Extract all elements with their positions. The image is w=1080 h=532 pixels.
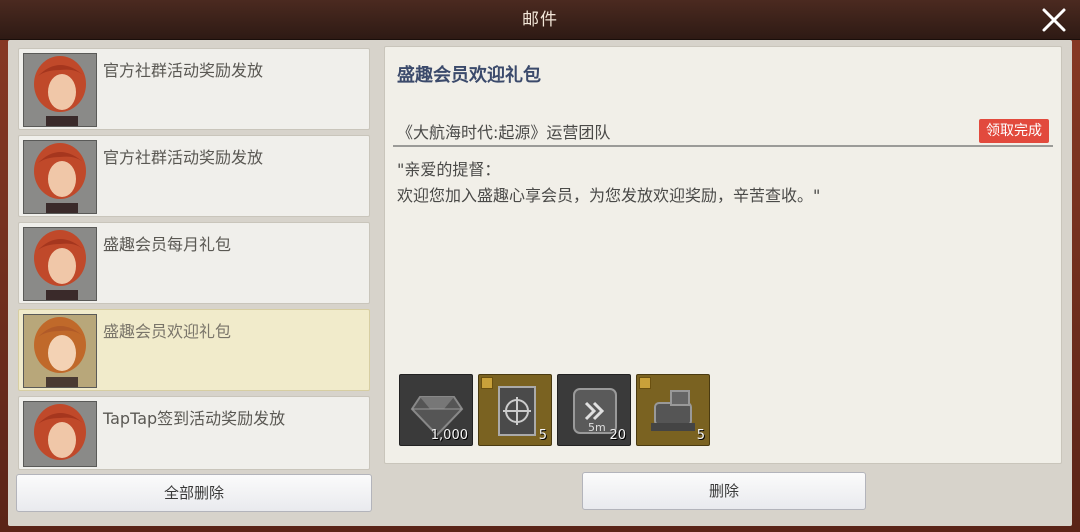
- portrait-icon: [24, 141, 96, 213]
- mail-body: "亲爱的提督： 欢迎您加入盛趣心享会员，为您发放欢迎奖励，辛苦查收。": [397, 160, 821, 205]
- reward-item[interactable]: 5: [478, 374, 552, 446]
- mail-list-item-selected[interactable]: 盛趣会员欢迎礼包: [18, 309, 370, 391]
- mail-list-item[interactable]: 官方社群活动奖励发放: [18, 48, 370, 130]
- reward-quantity: 1,000: [430, 428, 468, 443]
- sender-avatar: [23, 53, 97, 127]
- reward-quantity: 5: [538, 428, 547, 443]
- reward-item[interactable]: 5: [636, 374, 710, 446]
- delete-all-button[interactable]: 全部删除: [16, 474, 372, 512]
- sender-avatar: [23, 140, 97, 214]
- portrait-icon: [24, 54, 96, 126]
- mail-list-item[interactable]: TapTap签到活动奖励发放: [18, 396, 370, 470]
- mail-subject: 官方社群活动奖励发放: [103, 148, 264, 167]
- speed-up-label: 5m: [588, 421, 606, 434]
- close-icon: [1042, 8, 1066, 32]
- reward-quantity: 20: [609, 428, 626, 443]
- mail-subject: 盛趣会员欢迎礼包: [103, 322, 232, 341]
- divider: [393, 145, 1053, 147]
- portrait-icon: [24, 315, 96, 387]
- mail-title: 盛趣会员欢迎礼包: [397, 65, 541, 86]
- mail-detail: 盛趣会员欢迎礼包 《大航海时代:起源》运营团队 领取完成 "亲爱的提督： 欢迎您…: [384, 46, 1062, 464]
- sender-avatar: [23, 314, 97, 388]
- mail-subject: 官方社群活动奖励发放: [103, 61, 264, 80]
- reward-item[interactable]: 1,000: [399, 374, 473, 446]
- reward-quantity: 5: [696, 428, 705, 443]
- mail-subject: 盛趣会员每月礼包: [103, 235, 232, 254]
- mail-list-item[interactable]: 盛趣会员每月礼包: [18, 222, 370, 304]
- mail-window: 邮件 官方社群活动奖励发放 官方社群活动奖励发放 盛趣会员每月礼包 盛趣会员欢迎…: [0, 0, 1080, 532]
- mail-list-item[interactable]: 官方社群活动奖励发放: [18, 135, 370, 217]
- sender-avatar: [23, 401, 97, 467]
- window-title: 邮件: [522, 10, 558, 30]
- status-badge: 领取完成: [979, 119, 1049, 143]
- sender-avatar: [23, 227, 97, 301]
- portrait-icon: [24, 228, 96, 300]
- close-button[interactable]: [1038, 4, 1070, 36]
- delete-button[interactable]: 删除: [582, 472, 866, 510]
- portrait-icon: [24, 402, 96, 466]
- package-corner-icon: [639, 377, 651, 389]
- mail-sender: 《大航海时代:起源》运营团队: [397, 123, 611, 142]
- package-corner-icon: [481, 377, 493, 389]
- reward-item[interactable]: 5m 20: [557, 374, 631, 446]
- mail-list: 官方社群活动奖励发放 官方社群活动奖励发放 盛趣会员每月礼包 盛趣会员欢迎礼包 …: [14, 46, 374, 470]
- mail-subject: TapTap签到活动奖励发放: [103, 409, 286, 428]
